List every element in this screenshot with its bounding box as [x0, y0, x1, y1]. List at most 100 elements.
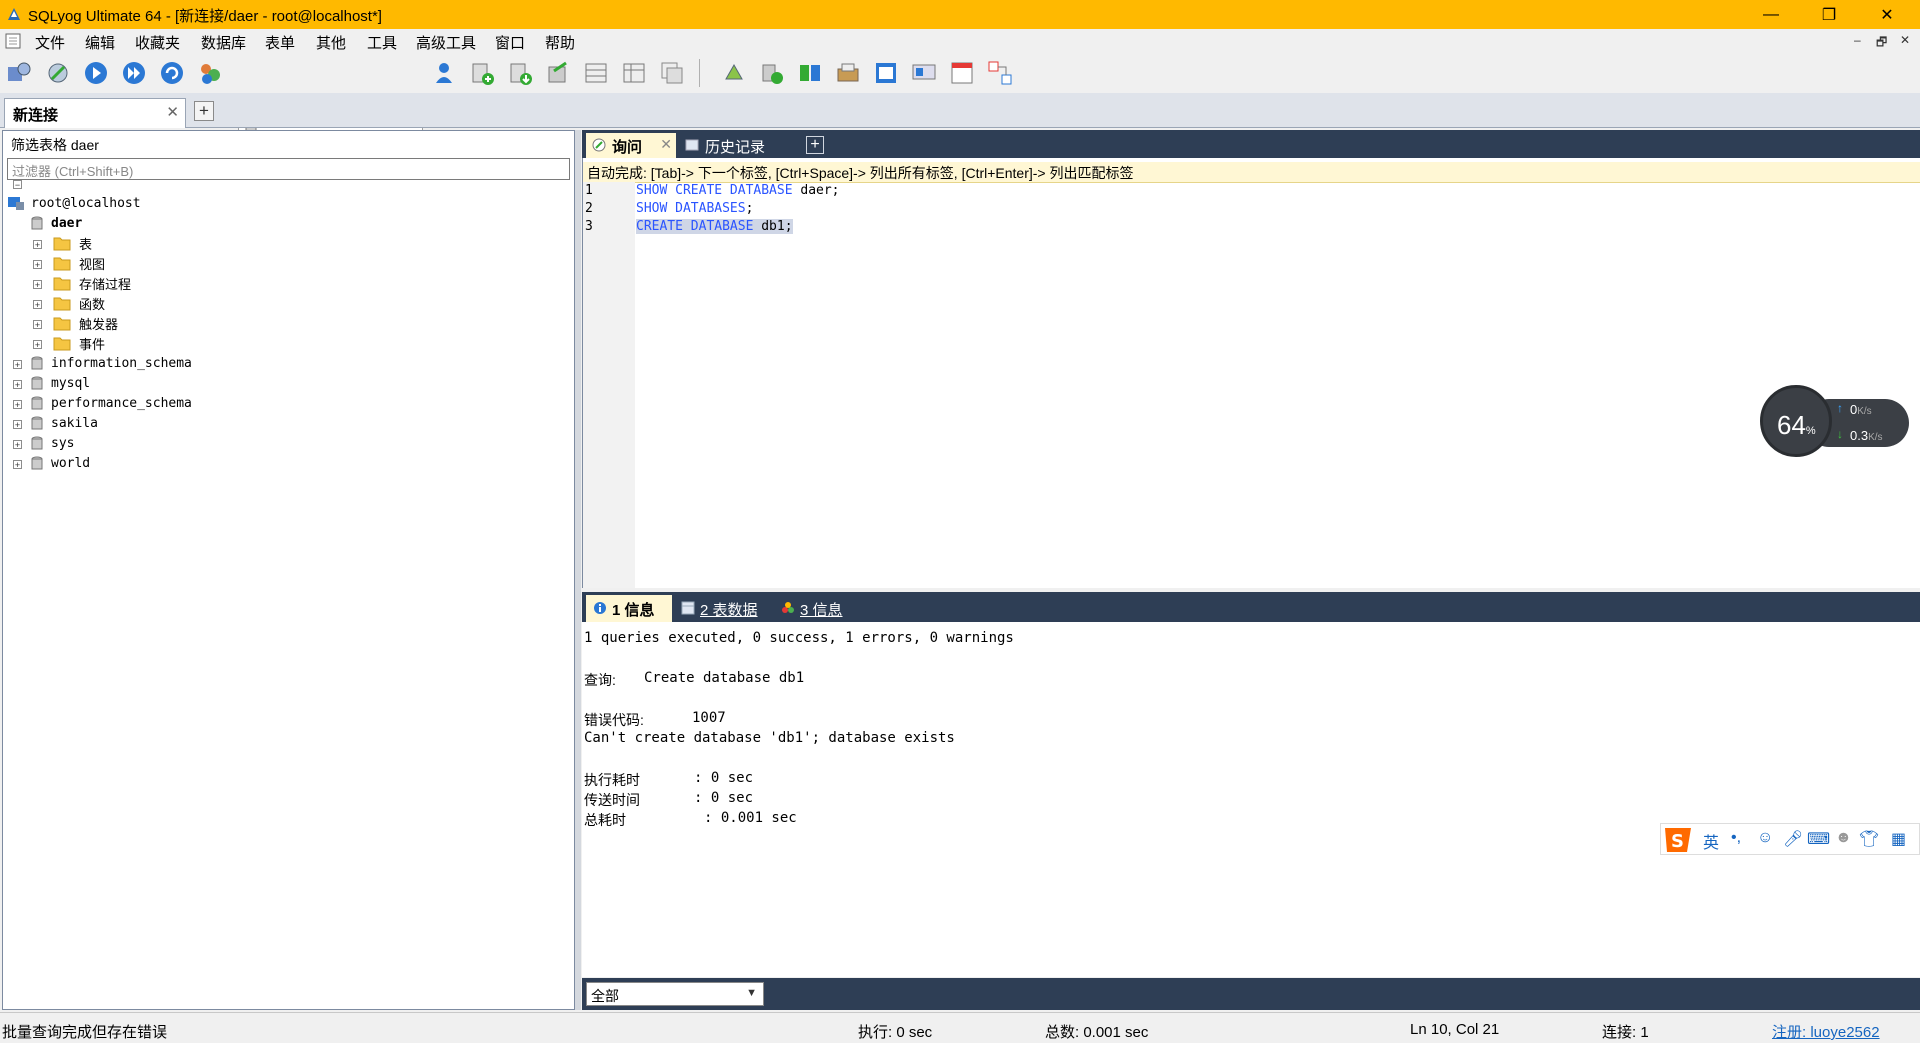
tree-folder-events[interactable]: 事件 [53, 333, 105, 353]
expand-icon[interactable]: + [33, 320, 42, 330]
folder-icon [53, 317, 71, 331]
backup-icon[interactable] [834, 59, 862, 87]
execute-query-icon[interactable] [82, 59, 110, 87]
folder-label: 存储过程 [79, 276, 132, 292]
tree-database-performance-schema[interactable]: performance_schema [31, 393, 192, 413]
expand-icon[interactable]: + [13, 420, 22, 430]
keyboard-icon[interactable]: ⌨ [1807, 829, 1830, 849]
import-icon[interactable] [506, 59, 534, 87]
tree-folder-procedures[interactable]: 存储过程 [53, 273, 131, 293]
grid-menu-icon[interactable]: ▦ [1891, 829, 1906, 849]
mdi-restore-button[interactable]: 🗗 [1876, 33, 1887, 54]
emoji-icon[interactable]: ☺ [1757, 829, 1773, 847]
folder-label: 事件 [79, 336, 106, 352]
add-connection-tab-button[interactable]: + [194, 101, 214, 121]
notifications-icon[interactable] [910, 59, 938, 87]
menu-other[interactable]: 其他 [316, 32, 346, 53]
user-icon[interactable] [430, 59, 458, 87]
expand-icon[interactable]: + [13, 440, 22, 450]
tree-server-node[interactable]: root@localhost [7, 193, 141, 213]
expand-icon[interactable]: + [33, 240, 42, 250]
folder-label: 触发器 [79, 316, 119, 332]
expand-icon[interactable]: + [13, 400, 22, 410]
tree-database-daer[interactable]: daer [31, 213, 82, 233]
menu-file[interactable]: 文件 [35, 32, 65, 53]
execute-all-icon[interactable] [120, 59, 148, 87]
add-query-tab-button[interactable]: + [806, 136, 824, 154]
menu-tools[interactable]: 工具 [367, 32, 397, 53]
ime-toolbar[interactable]: S 英 •, ☺ 🎤︎ ⌨ ☻ 👕︎ ▦ [1660, 823, 1920, 855]
tab-info-1[interactable]: 1 信息 [586, 595, 672, 622]
connection-tab[interactable]: 新连接 ✕ [4, 98, 186, 128]
menu-favorites[interactable]: 收藏夹 [135, 32, 180, 53]
menu-database[interactable]: 数据库 [201, 32, 246, 53]
mdi-close-button[interactable]: ✕ [1900, 33, 1910, 47]
refresh-icon[interactable] [158, 59, 186, 87]
microphone-icon[interactable]: 🎤︎ [1783, 829, 1803, 849]
expand-icon[interactable]: + [33, 260, 42, 270]
tree-database-world[interactable]: world [31, 453, 90, 473]
tree-folder-functions[interactable]: 函数 [53, 293, 105, 313]
data-sync-icon[interactable] [758, 59, 786, 87]
expand-icon[interactable]: + [33, 300, 42, 310]
table-structure-icon[interactable] [620, 59, 648, 87]
tab-query[interactable]: 询问 ✕ [586, 133, 676, 158]
register-link[interactable]: 注册: luoye2562 [1772, 1021, 1880, 1042]
menu-table[interactable]: 表单 [265, 32, 295, 53]
tree-database-information-schema[interactable]: information_schema [31, 353, 192, 373]
menu-advanced-tools[interactable]: 高级工具 [416, 32, 476, 53]
user-manager-icon[interactable] [196, 59, 224, 87]
expand-icon[interactable]: + [13, 460, 22, 470]
menu-window[interactable]: 窗口 [495, 32, 525, 53]
tree-database-sys[interactable]: sys [31, 433, 74, 453]
tree-database-mysql[interactable]: mysql [31, 373, 90, 393]
copy-table-icon[interactable] [658, 59, 686, 87]
tree-folder-tables[interactable]: 表 [53, 233, 92, 253]
expand-icon[interactable]: + [13, 360, 22, 370]
result-filter-select[interactable]: 全部 ▼ [586, 982, 764, 1006]
user-icon[interactable]: ☻ [1835, 829, 1852, 847]
ime-language-toggle[interactable]: 英 [1703, 829, 1719, 853]
close-icon[interactable]: ✕ [166, 103, 179, 121]
sql-editor[interactable]: 自动完成: [Tab]-> 下一个标签, [Ctrl+Space]-> 列出所有… [582, 158, 1920, 588]
minimize-button[interactable]: — [1748, 0, 1794, 29]
expand-icon[interactable]: + [13, 380, 22, 390]
tab-info-3[interactable]: 3 信息 [774, 595, 854, 622]
query-builder-icon[interactable] [948, 59, 976, 87]
scheduler-icon[interactable] [872, 59, 900, 87]
collapse-icon[interactable]: − [13, 180, 22, 190]
schema-designer-icon[interactable] [986, 59, 1014, 87]
create-database-icon[interactable] [468, 59, 496, 87]
new-query-icon[interactable] [44, 59, 72, 87]
close-icon[interactable]: ✕ [660, 136, 672, 153]
expand-icon[interactable]: + [33, 340, 42, 350]
filter-input[interactable]: 过滤器 (Ctrl+Shift+B) [7, 158, 570, 180]
tab-table-data-2[interactable]: 2 表数据 [674, 595, 770, 622]
panel-splitter[interactable] [575, 130, 581, 1010]
tree-database-sakila[interactable]: sakila [31, 413, 98, 433]
toolbar: daer ▼ [0, 53, 1920, 137]
compare-icon[interactable] [796, 59, 824, 87]
database-icon [31, 396, 43, 409]
expand-icon[interactable]: + [33, 280, 42, 290]
schema-sync-icon[interactable] [720, 59, 748, 87]
menu-edit[interactable]: 编辑 [85, 32, 115, 53]
folder-icon [53, 297, 71, 311]
menu-help[interactable]: 帮助 [545, 32, 575, 53]
close-button[interactable]: ✕ [1864, 0, 1910, 29]
skin-icon[interactable]: 👕︎ [1859, 829, 1879, 849]
database-icon [31, 456, 43, 469]
new-connection-icon[interactable] [4, 59, 32, 87]
history-icon [685, 139, 699, 151]
network-monitor-widget[interactable]: 64% ↑ 0K/s ↓ 0.3K/s [1760, 383, 1910, 463]
tree-folder-views[interactable]: 视图 [53, 253, 105, 273]
tab-info-3-label: 3 信息 [800, 602, 843, 619]
autocomplete-hint: 自动完成: [Tab]-> 下一个标签, [Ctrl+Space]-> 列出所有… [587, 165, 1134, 181]
mdi-minimize-button[interactable]: – [1854, 33, 1861, 47]
export-icon[interactable] [544, 59, 572, 87]
restore-button[interactable]: ❐ [1806, 0, 1852, 29]
table-data-icon[interactable] [582, 59, 610, 87]
tab-history[interactable]: 历史记录 [679, 133, 779, 158]
punctuation-icon[interactable]: •, [1731, 829, 1741, 847]
tree-folder-triggers[interactable]: 触发器 [53, 313, 118, 333]
